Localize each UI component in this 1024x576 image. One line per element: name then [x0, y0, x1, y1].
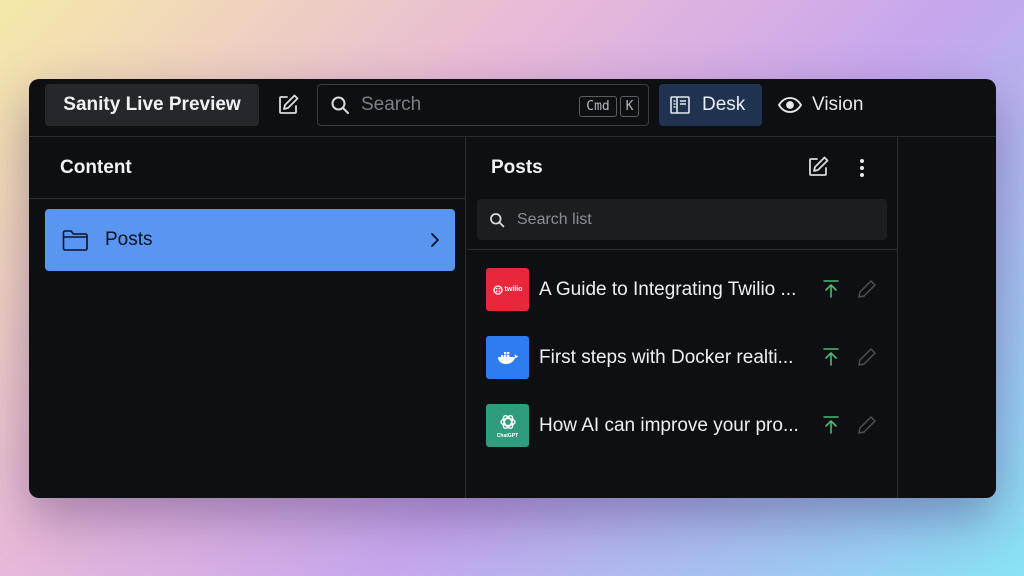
published-icon [823, 348, 839, 366]
document-row[interactable]: ChatGPT How AI can improve your pro... [466, 396, 898, 456]
list-search-input[interactable] [517, 210, 817, 229]
pencil-icon [858, 416, 876, 434]
pencil-icon [858, 348, 876, 366]
docker-logo-icon [486, 336, 529, 379]
docker-whale-icon [497, 351, 518, 364]
shortcut-key-k: K [620, 96, 639, 117]
top-navbar: Sanity Live Preview Cmd K Desk [29, 79, 996, 137]
chatgpt-logo-icon: ChatGPT [486, 404, 529, 447]
compose-icon [809, 156, 829, 176]
thumb-text: twilio [504, 286, 523, 293]
global-search[interactable]: Cmd K [317, 84, 649, 126]
content-pane-title: Content [60, 157, 132, 178]
content-pane: Content Posts [29, 137, 466, 498]
document-row[interactable]: twilio A Guide to Integrating Twilio ... [466, 260, 898, 320]
twilio-mark-icon [492, 284, 503, 295]
chevron-right-icon [431, 233, 439, 247]
thumb-text: ChatGPT [496, 433, 519, 439]
tool-vision-label: Vision [812, 94, 864, 115]
published-icon [823, 280, 839, 298]
content-item-posts[interactable]: Posts [45, 209, 455, 271]
studio-title: Sanity Live Preview [63, 94, 241, 115]
document-row[interactable]: First steps with Docker realti... [466, 328, 898, 388]
document-title: First steps with Docker realti... [539, 347, 794, 368]
tool-desk-label: Desk [702, 94, 746, 115]
desk-icon [670, 96, 690, 114]
search-icon [490, 212, 505, 227]
shortcut-key-cmd: Cmd [579, 96, 617, 117]
published-icon [823, 416, 839, 434]
openai-knot-icon [499, 415, 516, 429]
content-pane-header: Content [29, 137, 465, 199]
create-post-button[interactable] [806, 155, 832, 181]
studio-window: Sanity Live Preview Cmd K Desk [29, 79, 996, 498]
eye-icon [778, 97, 802, 113]
pane-menu-button[interactable] [854, 155, 870, 181]
posts-pane: Posts Search list twilio A Guide to Inte… [466, 137, 898, 498]
create-new-document-button[interactable] [269, 86, 307, 124]
search-input[interactable] [361, 94, 561, 116]
more-vertical-icon [860, 159, 864, 177]
tool-desk-button[interactable]: Desk [659, 84, 762, 126]
posts-pane-title: Posts [491, 157, 543, 178]
compose-icon [279, 94, 299, 114]
twilio-logo-icon: twilio [486, 268, 529, 311]
search-icon [331, 96, 349, 114]
pencil-icon [858, 280, 876, 298]
folder-icon [62, 230, 88, 251]
list-search[interactable] [477, 199, 887, 240]
document-title: How AI can improve your pro... [539, 415, 799, 436]
studio-title-button[interactable]: Sanity Live Preview [45, 84, 259, 126]
document-title: A Guide to Integrating Twilio ... [539, 279, 797, 300]
content-item-label: Posts [105, 229, 153, 250]
posts-pane-header: Posts [466, 137, 897, 250]
tool-vision-button[interactable]: Vision [774, 84, 884, 126]
